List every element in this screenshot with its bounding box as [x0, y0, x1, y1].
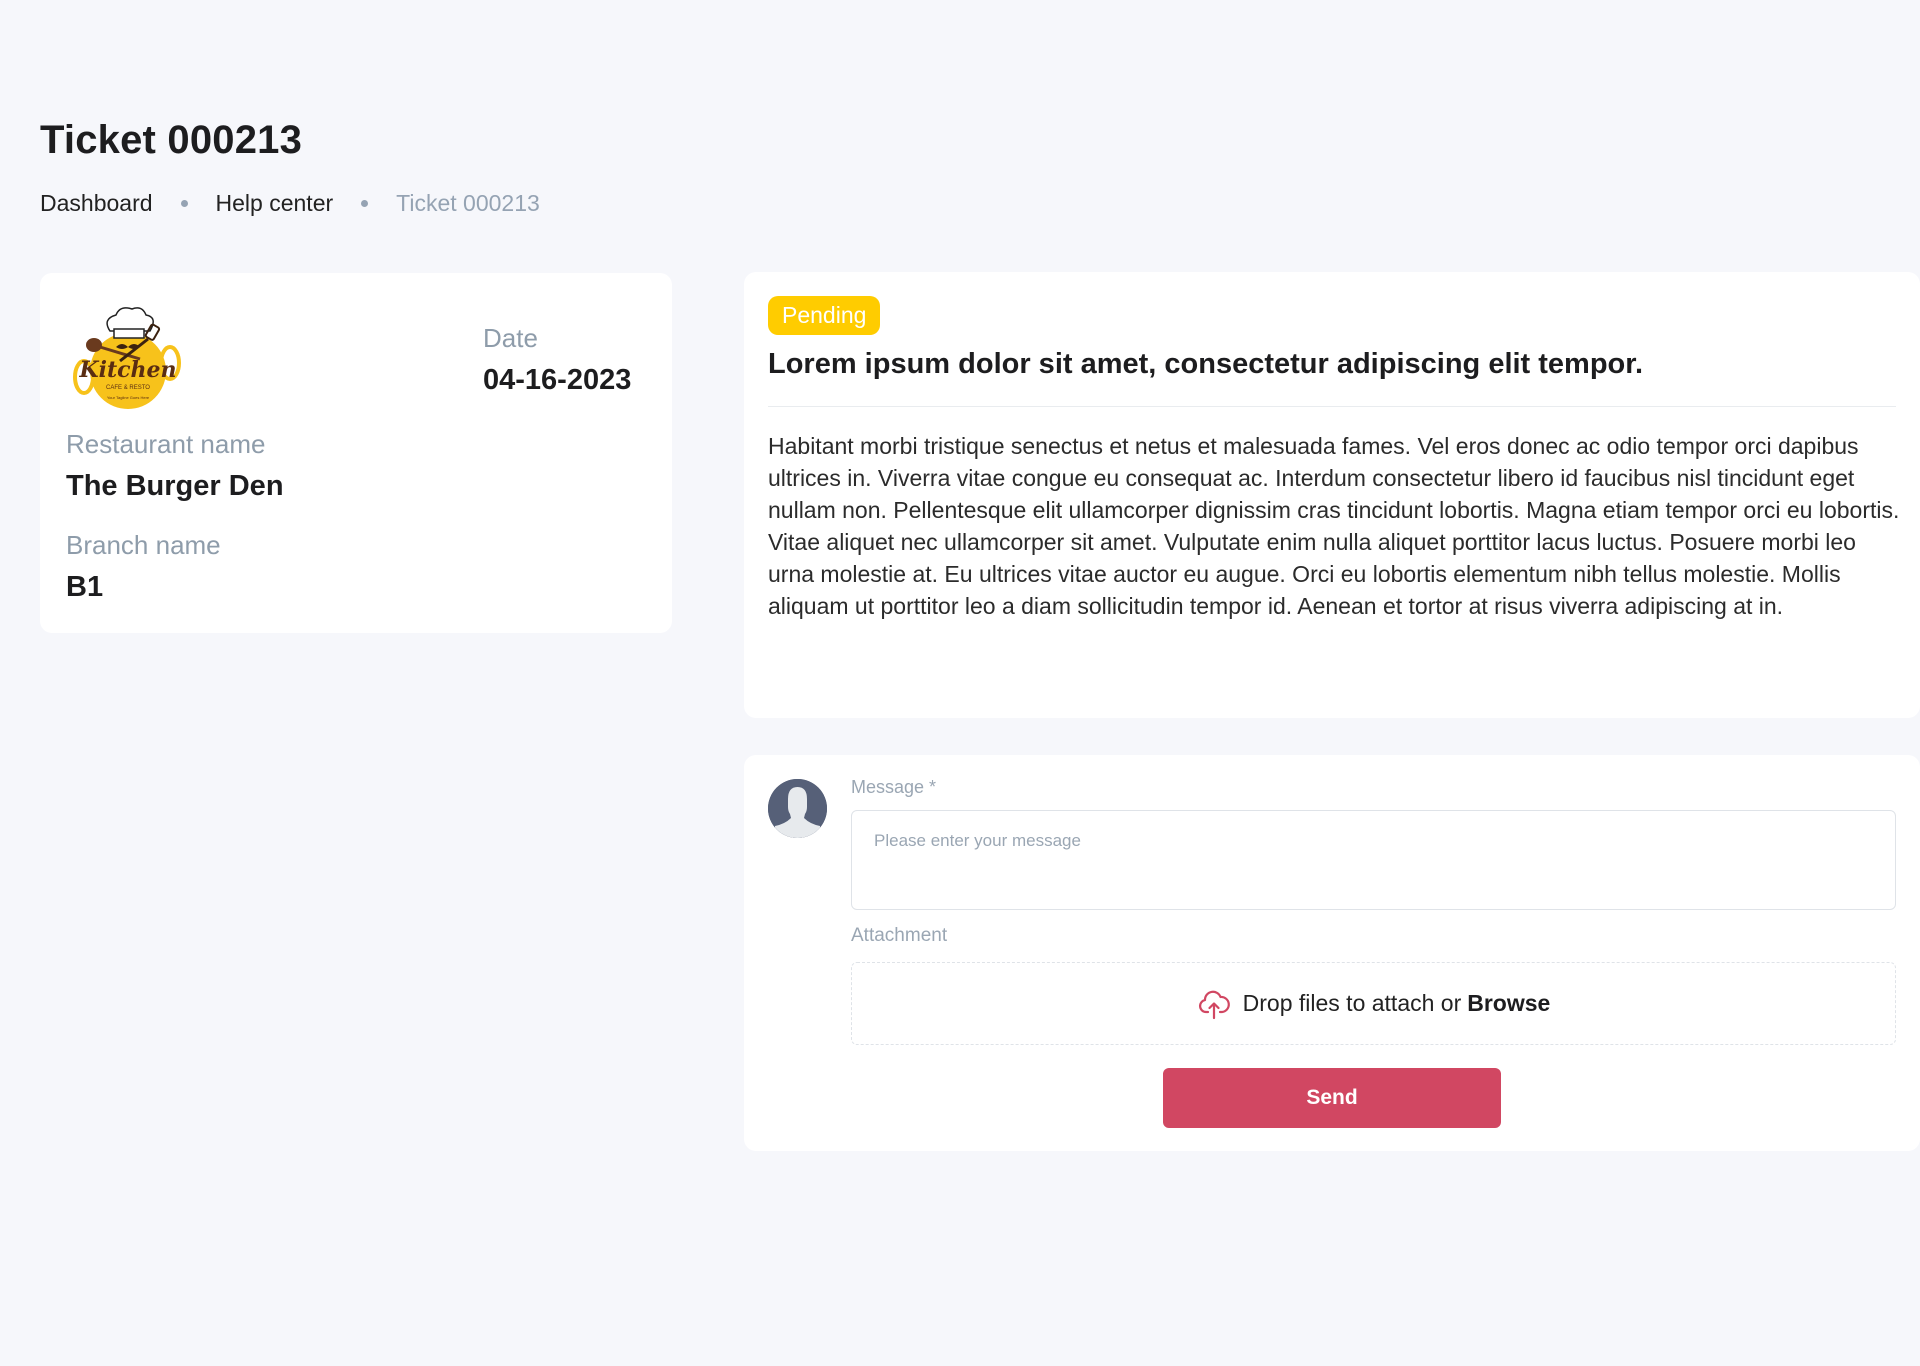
browse-link[interactable]: Browse — [1467, 990, 1550, 1017]
dropzone-text: Drop files to attach or — [1242, 990, 1462, 1016]
svg-text:Your Tagline Goes Here: Your Tagline Goes Here — [107, 395, 150, 400]
user-avatar-icon — [768, 779, 827, 838]
page-title: Ticket 000213 — [40, 118, 303, 162]
restaurant-name-label: Restaurant name — [66, 429, 266, 459]
date-value: 04-16-2023 — [483, 364, 632, 396]
breadcrumb-separator — [180, 200, 188, 207]
ticket-subject: Lorem ipsum dolor sit amet, consectetur … — [768, 348, 1644, 380]
reply-card: Message * Attachment Drop files to attac… — [744, 755, 1920, 1151]
restaurant-info-card: Kitchen CAFE & RESTO Your Tagline Goes H… — [40, 273, 672, 633]
restaurant-name-value: The Burger Den — [66, 470, 284, 502]
breadcrumb-current: Ticket 000213 — [396, 190, 540, 216]
breadcrumb-help-center[interactable]: Help center — [216, 190, 334, 217]
breadcrumb: Dashboard Help center Ticket 000213 — [40, 190, 540, 217]
branch-name-label: Branch name — [66, 530, 221, 560]
restaurant-name-field: Restaurant name The Burger Den — [66, 429, 284, 503]
date-field: Date 04-16-2023 — [483, 323, 631, 397]
ticket-description: Habitant morbi tristique senectus et net… — [768, 433, 1900, 619]
svg-text:CAFE & RESTO: CAFE & RESTO — [106, 385, 150, 391]
message-input[interactable] — [851, 810, 1896, 910]
attachment-label: Attachment — [851, 925, 948, 946]
restaurant-logo: Kitchen CAFE & RESTO Your Tagline Goes H… — [70, 303, 182, 415]
branch-name-field: Branch name B1 — [66, 530, 221, 604]
cloud-upload-icon — [1198, 990, 1230, 1019]
avatar — [768, 779, 827, 838]
status-badge: Pending — [768, 296, 881, 335]
breadcrumb-separator — [361, 200, 369, 207]
attachment-dropzone[interactable]: Drop files to attach or Browse — [851, 962, 1896, 1045]
ticket-detail-card: Pending Lorem ipsum dolor sit amet, cons… — [744, 272, 1920, 718]
divider — [768, 406, 1896, 407]
breadcrumb-dashboard[interactable]: Dashboard — [40, 190, 153, 217]
svg-text:Kitchen: Kitchen — [78, 357, 176, 383]
kitchen-logo-icon: Kitchen CAFE & RESTO Your Tagline Goes H… — [73, 307, 181, 409]
date-label: Date — [483, 323, 538, 353]
branch-name-value: B1 — [66, 571, 104, 603]
send-button[interactable]: Send — [1163, 1068, 1501, 1128]
message-label: Message * — [851, 777, 937, 797]
